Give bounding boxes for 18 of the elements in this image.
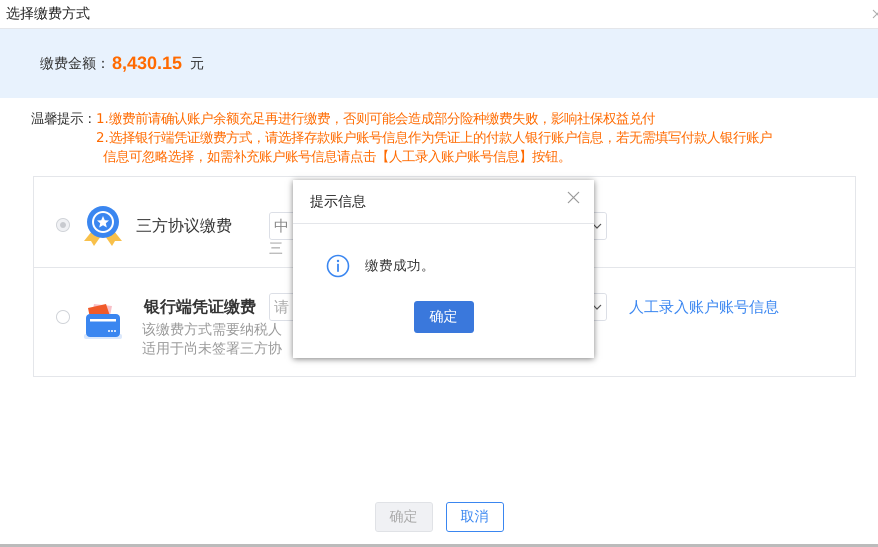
description-text: 三: [269, 240, 284, 259]
amount-value: 8,430.15: [112, 53, 182, 74]
ok-button[interactable]: 确定: [414, 301, 474, 333]
amount-unit: 元: [190, 54, 204, 72]
description-text: 该缴费方式需要纳税人: [142, 321, 283, 340]
tips-label: 温馨提示：: [31, 111, 96, 129]
cancel-button[interactable]: 取消: [446, 502, 504, 532]
manual-entry-link[interactable]: 人工录入账户账号信息: [629, 298, 779, 316]
dialog-title: 提示信息: [310, 192, 366, 210]
tip-text: 信息可忽略选择，如需补充账户账号信息请点击【人工录入账户账号信息】按钮。: [102, 148, 572, 167]
option-title: 银行端凭证缴费: [144, 297, 257, 318]
tip-text: 1.缴费前请确认账户余额充足再进行缴费，否则可能会造成部分险种缴费失败，影响社保权益兑付: [96, 110, 656, 129]
tip-text: 2.选择银行端凭证缴费方式，请选择存款账户账号信息作为凭证上的付款人银行账户信息，若无需填写付款人银行账户: [96, 130, 772, 148]
dialog-message: 缴费成功。: [365, 257, 435, 275]
option-title: 三方协议缴费: [136, 216, 233, 237]
window-title: 选择缴费方式: [6, 5, 90, 23]
description-text: 适用于尚未签署三方协: [142, 340, 283, 359]
amount-label: 缴费金额：: [40, 54, 110, 72]
